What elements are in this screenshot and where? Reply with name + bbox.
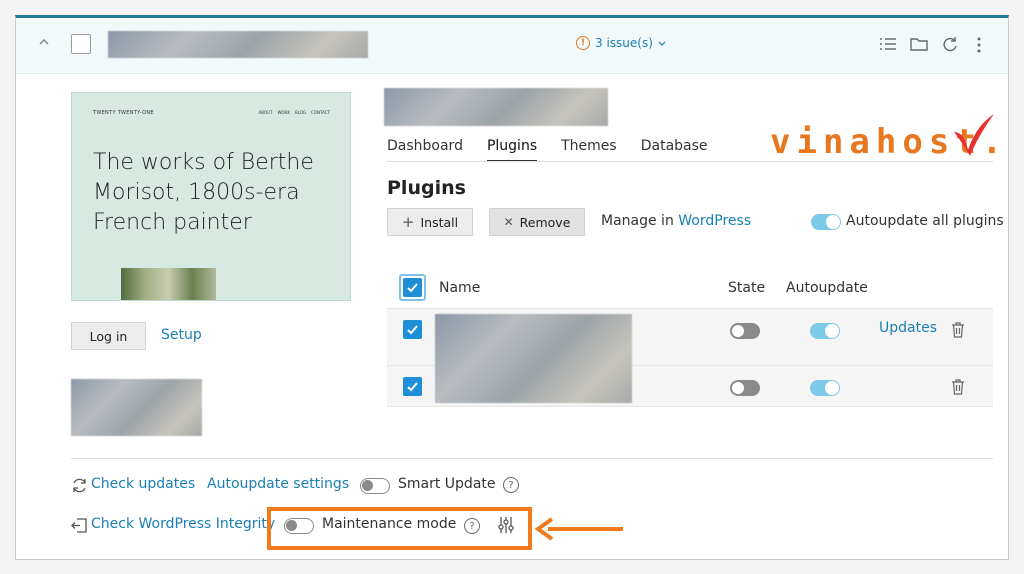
login-button-label: Log in <box>89 328 128 344</box>
maintenance-highlight-box <box>267 507 532 550</box>
login-button[interactable]: Log in <box>71 322 146 350</box>
preview-site-title: TWENTY TWENTY-ONE <box>93 110 154 116</box>
trash-icon[interactable] <box>950 321 966 339</box>
issues-label: 3 issue(s) <box>595 36 653 50</box>
wordpress-site-card: ! 3 issue(s) TWENTY TWENTY-ONE ABOUT WOR… <box>15 15 1009 560</box>
autoupdate-settings-link[interactable]: Autoupdate settings <box>207 476 349 492</box>
refresh-icon[interactable] <box>940 35 960 53</box>
site-card-header: ! 3 issue(s) <box>16 18 1008 74</box>
column-header-name[interactable]: Name <box>439 280 480 296</box>
site-select-checkbox[interactable] <box>71 34 91 54</box>
folder-icon[interactable] <box>909 35 929 53</box>
chevron-up-icon[interactable] <box>38 36 50 48</box>
tab-plugins[interactable]: Plugins <box>486 138 538 162</box>
remove-button[interactable]: ✕ Remove <box>489 208 585 236</box>
integrity-icon <box>71 518 87 533</box>
preview-nav-item: WORK <box>277 110 290 115</box>
check-icon <box>407 325 418 335</box>
plus-icon: + <box>401 213 415 231</box>
list-icon[interactable] <box>878 35 898 53</box>
plugin-autoupdate-toggle[interactable] <box>810 323 840 339</box>
remove-button-label: Remove <box>519 214 571 230</box>
check-integrity-link[interactable]: Check WordPress Integrity <box>91 516 275 532</box>
footer-divider <box>71 458 993 459</box>
site-title-blurred <box>384 88 608 126</box>
tab-database[interactable]: Database <box>641 138 708 162</box>
help-icon[interactable]: ? <box>503 477 519 493</box>
trash-icon[interactable] <box>950 378 966 396</box>
preview-nav-item: CONTACT <box>311 110 330 115</box>
preview-nav: ABOUT WORK BLOG CONTACT <box>259 110 331 115</box>
plugin-state-toggle[interactable] <box>730 323 760 339</box>
preview-nav-item: ABOUT <box>258 110 273 115</box>
row-checkbox[interactable] <box>403 320 422 339</box>
plugins-heading: Plugins <box>387 177 466 199</box>
select-all-checkbox[interactable] <box>403 278 422 297</box>
column-header-autoupdate: Autoupdate <box>786 280 868 296</box>
wordpress-link[interactable]: WordPress <box>678 213 751 229</box>
check-icon <box>407 283 418 293</box>
column-header-state: State <box>728 280 766 296</box>
plugin-updates-link[interactable]: Updates <box>879 320 937 336</box>
site-preview-thumbnail[interactable]: TWENTY TWENTY-ONE ABOUT WORK BLOG CONTAC… <box>71 92 351 301</box>
close-icon: ✕ <box>503 215 514 229</box>
sync-icon <box>73 478 86 493</box>
plugin-autoupdate-toggle[interactable] <box>810 380 840 396</box>
autoupdate-all-label: Autoupdate all plugins <box>846 213 1004 229</box>
install-button[interactable]: + Install <box>387 208 473 236</box>
autoupdate-all-toggle[interactable] <box>811 214 841 230</box>
manage-in-wordpress: Manage in WordPress <box>601 213 751 229</box>
chevron-down-icon <box>658 41 666 46</box>
issues-dropdown[interactable]: ! 3 issue(s) <box>576 36 666 50</box>
plugin-names-blurred <box>435 314 632 403</box>
preview-nav-item: BLOG <box>294 110 307 115</box>
tabs-divider <box>387 161 993 162</box>
smart-update-toggle[interactable] <box>360 478 390 494</box>
check-icon <box>407 382 418 392</box>
site-name-blurred <box>108 31 368 58</box>
manage-prefix: Manage in <box>601 213 674 229</box>
warning-icon: ! <box>576 36 590 50</box>
check-updates-link[interactable]: Check updates <box>91 476 195 492</box>
row-checkbox[interactable] <box>403 377 422 396</box>
annotation-arrow-icon <box>534 517 623 541</box>
checkmark-logo-icon <box>954 114 994 156</box>
smart-update-label: Smart Update <box>398 476 496 492</box>
preview-image <box>121 268 216 300</box>
tab-themes[interactable]: Themes <box>561 138 617 162</box>
install-button-label: Install <box>420 214 459 230</box>
site-screenshot-blurred <box>71 379 202 436</box>
plugin-state-toggle[interactable] <box>730 380 760 396</box>
site-tabs: Dashboard Plugins Themes Database <box>387 138 708 162</box>
more-options-icon[interactable] <box>976 36 982 54</box>
preview-headline: The works of Berthe Morisot, 1800s-era F… <box>93 150 314 235</box>
tab-dashboard[interactable]: Dashboard <box>387 138 463 162</box>
vinahost-logo: vinahost. <box>770 112 1002 162</box>
setup-link[interactable]: Setup <box>161 327 202 343</box>
